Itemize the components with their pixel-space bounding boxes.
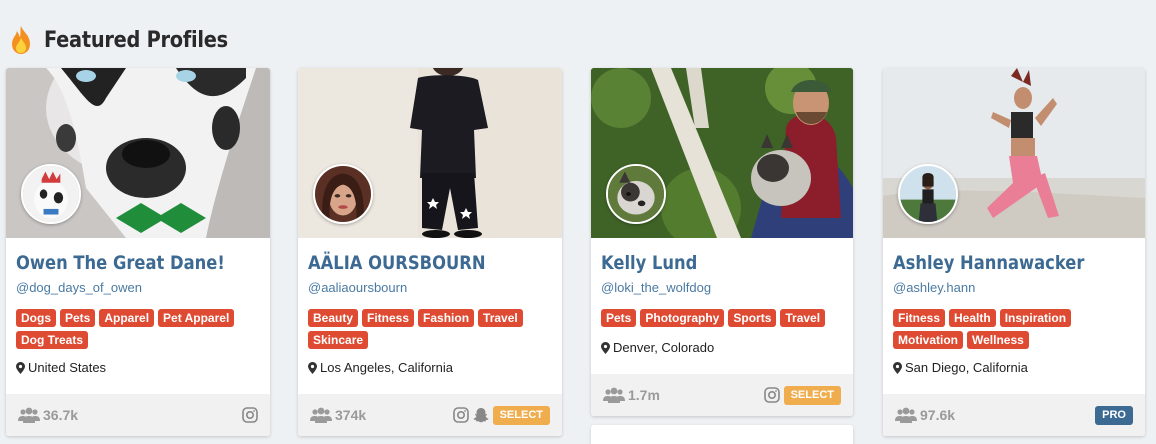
select-badge: SELECT xyxy=(783,385,841,405)
tag[interactable]: Skincare xyxy=(308,331,369,349)
profile-name[interactable]: Ashley Hannawacker xyxy=(893,252,1084,274)
tag[interactable]: Dogs xyxy=(16,309,56,327)
tag[interactable]: Dog Treats xyxy=(16,331,89,349)
profile-handle[interactable]: @dog_days_of_owen xyxy=(16,280,142,295)
profile-handle[interactable]: @ashley.hann xyxy=(893,280,975,295)
instagram-icon[interactable] xyxy=(452,407,469,423)
tag[interactable]: Travel xyxy=(780,309,826,327)
location: Denver, Colorado xyxy=(601,340,714,355)
select-badge: SELECT xyxy=(492,405,550,425)
location-text: United States xyxy=(28,360,107,375)
profile-card[interactable]: Kelly Lund @loki_the_wolfdog Pets Photog… xyxy=(591,68,853,416)
follower-count: 374k xyxy=(335,407,367,423)
tag[interactable]: Travel xyxy=(478,309,523,327)
tag[interactable]: Sports xyxy=(728,309,777,327)
instagram-icon[interactable] xyxy=(763,387,780,403)
tag[interactable]: Beauty xyxy=(308,309,359,327)
map-pin-icon xyxy=(308,361,317,374)
follower-count: 97.6k xyxy=(920,407,956,423)
location-text: Denver, Colorado xyxy=(613,340,715,355)
follower-count: 36.7k xyxy=(43,407,79,423)
profile-card-partial[interactable] xyxy=(591,425,853,444)
profile-name[interactable]: Kelly Lund xyxy=(601,252,697,274)
location: United States xyxy=(16,360,106,375)
follower-count: 1.7m xyxy=(628,387,660,403)
card-footer: 1.7m SELECT xyxy=(591,374,853,416)
page-title: Featured Profiles xyxy=(44,27,228,53)
tag[interactable]: Health xyxy=(949,309,996,327)
profile-name[interactable]: Owen The Great Dane! xyxy=(16,252,225,274)
tag[interactable]: Fashion xyxy=(418,309,475,327)
tag-list: Dogs Pets Apparel Pet Apparel Dog Treats xyxy=(16,309,264,349)
profile-card[interactable]: AÄLIA OURSBOURN @aaliaoursbourn Beauty F… xyxy=(298,68,562,436)
pro-badge: PRO xyxy=(1095,405,1133,425)
tag[interactable]: Wellness xyxy=(967,331,1029,349)
avatar[interactable] xyxy=(606,164,666,224)
avatar[interactable] xyxy=(898,164,958,224)
platform-icons: PRO xyxy=(1095,405,1133,425)
card-footer: 97.6k PRO xyxy=(883,394,1145,436)
tag-list: Pets Photography Sports Travel xyxy=(601,309,849,327)
users-icon xyxy=(895,407,917,423)
tag[interactable]: Pets xyxy=(60,309,96,327)
location-text: Los Angeles, California xyxy=(320,360,453,375)
profile-handle[interactable]: @aaliaoursbourn xyxy=(308,280,407,295)
card-footer: 36.7k xyxy=(6,394,270,436)
tag-list: Fitness Health Inspiration Motivation We… xyxy=(893,309,1141,349)
platform-icons xyxy=(242,407,258,423)
location: Los Angeles, California xyxy=(308,360,453,375)
avatar[interactable] xyxy=(313,164,373,224)
snapchat-icon[interactable] xyxy=(473,407,489,423)
fire-icon xyxy=(12,26,30,54)
users-icon xyxy=(603,387,625,403)
tag-list: Beauty Fitness Fashion Travel Skincare xyxy=(308,309,556,349)
section-header: Featured Profiles xyxy=(8,22,253,58)
map-pin-icon xyxy=(16,361,25,374)
tag[interactable]: Fitness xyxy=(362,309,415,327)
tag[interactable]: Apparel xyxy=(99,309,155,327)
platform-icons: SELECT xyxy=(452,405,550,425)
tag[interactable]: Pet Apparel xyxy=(158,309,235,327)
tag[interactable]: Photography xyxy=(640,309,725,327)
map-pin-icon xyxy=(601,341,610,354)
avatar[interactable] xyxy=(21,164,81,224)
profile-card[interactable]: Owen The Great Dane! @dog_days_of_owen D… xyxy=(6,68,270,436)
platform-icons: SELECT xyxy=(763,385,841,405)
profile-name[interactable]: AÄLIA OURSBOURN xyxy=(308,252,486,274)
tag[interactable]: Motivation xyxy=(893,331,963,349)
tag[interactable]: Fitness xyxy=(893,309,946,327)
location-text: San Diego, California xyxy=(905,360,1028,375)
users-icon xyxy=(310,407,332,423)
tag[interactable]: Inspiration xyxy=(999,309,1072,327)
map-pin-icon xyxy=(893,361,902,374)
instagram-icon[interactable] xyxy=(242,407,258,423)
profile-card[interactable]: Ashley Hannawacker @ashley.hann Fitness … xyxy=(883,68,1145,436)
users-icon xyxy=(18,407,40,423)
profile-handle[interactable]: @loki_the_wolfdog xyxy=(601,280,711,295)
card-footer: 374k SELECT xyxy=(298,394,562,436)
tag[interactable]: Pets xyxy=(601,309,637,327)
location: San Diego, California xyxy=(893,360,1028,375)
